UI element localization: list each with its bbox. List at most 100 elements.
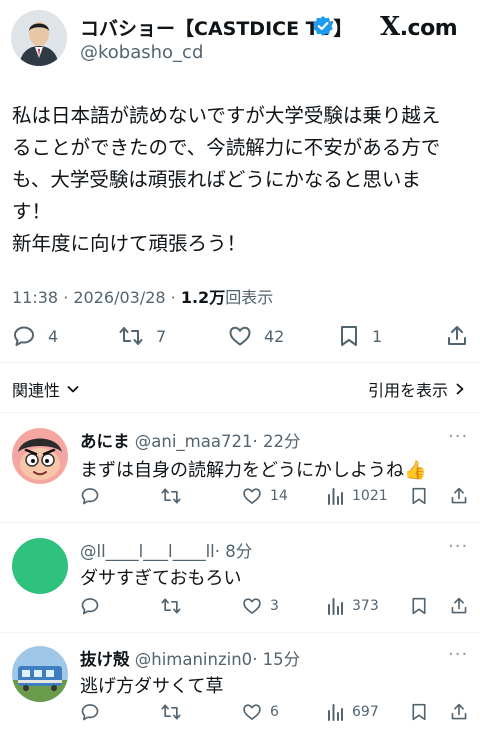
reply-icon	[80, 596, 100, 616]
reply-icon	[80, 702, 100, 722]
brand-suffix: .com	[399, 16, 458, 41]
tweet-line: 新年度に向けて頑張ろう！	[12, 232, 247, 255]
thumbs-up-emoji: 👍	[404, 460, 427, 481]
reply-header: @ll____l___l____ll· 8分	[80, 538, 252, 562]
view-count: 373	[352, 598, 379, 614]
views-icon	[326, 596, 344, 616]
more-icon[interactable]: ···	[448, 426, 468, 447]
tweet-line: す！	[12, 200, 52, 223]
reply-text-content: まずは自身の読解力をどうにかしようね	[80, 460, 404, 481]
chevron-down-icon	[66, 382, 80, 396]
tweet-text: 私は日本語が読めないですが大学受験は乗り越え ることができたので、今読解力に不安…	[12, 100, 474, 260]
retweet-icon	[160, 596, 182, 616]
bookmark-button[interactable]	[410, 486, 428, 506]
share-icon	[450, 486, 468, 506]
tweet-line: ることができたので、今読解力に不安がある方で	[12, 136, 441, 159]
tweet-line: も、大学受験は頑張ればどうにかなると思いま	[12, 168, 421, 191]
retweet-button[interactable]	[160, 596, 190, 616]
reply-author-handle[interactable]: @himaninzin0	[135, 650, 252, 669]
reply-avatar[interactable]	[12, 428, 68, 484]
bookmark-button[interactable]	[410, 596, 428, 616]
reply-header: 抜け殻 @himaninzin0· 15分	[80, 646, 300, 670]
views-button[interactable]: 1021	[326, 486, 388, 506]
view-quotes-link[interactable]: 引用を表示	[368, 377, 466, 401]
author-avatar[interactable]	[11, 10, 67, 66]
retweet-count: 7	[156, 326, 167, 346]
reply-author-name[interactable]: あにま	[80, 432, 130, 451]
reply-text: 逃げ方ダサくて草	[80, 676, 224, 697]
reply-count: 4	[48, 326, 59, 346]
view-count: 1021	[352, 488, 388, 504]
like-icon	[242, 486, 262, 506]
reply-author-name[interactable]: 抜け殻	[80, 650, 130, 669]
verified-badge-icon	[312, 15, 334, 37]
like-button[interactable]: 3	[242, 596, 279, 616]
views-button[interactable]: 373	[326, 596, 379, 616]
reply-item[interactable]: 抜け殻 @himaninzin0· 15分 ··· 逃げ方ダサくて草 6 697	[0, 632, 480, 730]
bookmark-icon	[410, 486, 428, 506]
views-label: 回表示	[225, 288, 274, 307]
tweet-meta: 11:38 · 2026/03/28 · 1.2万回表示	[12, 284, 273, 308]
more-icon[interactable]: ···	[448, 644, 468, 665]
reply-time[interactable]: · 15分	[252, 650, 300, 669]
share-button[interactable]	[450, 486, 468, 506]
tweet-line: 私は日本語が読めないですが大学受験は乗り越え	[12, 104, 441, 127]
views-count: 1.2万	[180, 288, 226, 307]
brand-logo: X.com	[380, 12, 458, 42]
views-icon	[326, 486, 344, 506]
reply-actions: 14 1021	[80, 486, 470, 510]
like-count: 6	[270, 704, 279, 720]
retweet-icon	[160, 702, 182, 722]
reply-time[interactable]: · 22分	[252, 432, 300, 451]
view-quotes-label: 引用を表示	[368, 381, 449, 400]
reply-button[interactable]	[80, 486, 108, 506]
retweet-icon	[118, 324, 144, 348]
sort-dropdown[interactable]: 関連性	[12, 377, 80, 401]
chevron-right-icon	[454, 382, 466, 396]
reply-button[interactable]	[80, 596, 108, 616]
bookmark-button[interactable]: 1	[338, 324, 382, 348]
reply-author-handle[interactable]: @ani_maa721	[135, 432, 253, 451]
share-button[interactable]	[446, 324, 468, 348]
reply-button[interactable]	[80, 702, 108, 722]
bookmark-button[interactable]	[410, 702, 428, 722]
like-count: 14	[270, 488, 288, 504]
view-count: 697	[352, 704, 379, 720]
tweet-timestamp[interactable]: 11:38 · 2026/03/28 ·	[12, 288, 181, 307]
like-icon	[228, 324, 252, 348]
reply-actions: 3 373	[80, 596, 470, 620]
reply-text: ダサすぎておもろい	[80, 568, 242, 589]
retweet-button[interactable]	[160, 702, 190, 722]
bookmark-icon	[338, 324, 360, 348]
like-icon	[242, 702, 262, 722]
sort-label: 関連性	[12, 381, 61, 400]
x-logo-letter: X	[380, 12, 400, 42]
bookmark-count: 1	[372, 326, 383, 346]
share-icon	[450, 702, 468, 722]
reply-header: あにま @ani_maa721· 22分	[80, 428, 300, 452]
reply-button[interactable]: 4	[12, 324, 58, 348]
share-button[interactable]	[450, 596, 468, 616]
like-button[interactable]: 14	[242, 486, 288, 506]
bookmark-icon	[410, 596, 428, 616]
reply-time[interactable]: · 8分	[215, 542, 253, 561]
reply-avatar[interactable]	[12, 646, 68, 702]
like-button[interactable]: 6	[242, 702, 279, 722]
reply-item[interactable]: @ll____l___l____ll· 8分 ··· ダサすぎておもろい 3 3…	[0, 522, 480, 630]
reply-author-handle[interactable]: @ll____l___l____ll	[80, 542, 215, 561]
author-handle[interactable]: @kobasho_cd	[80, 42, 203, 63]
reply-actions: 6 697	[80, 702, 470, 726]
like-icon	[242, 596, 262, 616]
reply-avatar[interactable]	[12, 538, 68, 594]
retweet-icon	[160, 486, 182, 506]
bookmark-icon	[410, 702, 428, 722]
reply-item[interactable]: あにま @ani_maa721· 22分 ··· まずは自身の読解力をどうにかし…	[0, 412, 480, 520]
more-icon[interactable]: ···	[448, 536, 468, 557]
reply-icon	[12, 324, 36, 348]
views-button[interactable]: 697	[326, 702, 379, 722]
share-button[interactable]	[450, 702, 468, 722]
views-icon	[326, 702, 344, 722]
like-button[interactable]: 42	[228, 324, 284, 348]
retweet-button[interactable]: 7	[118, 324, 166, 348]
retweet-button[interactable]	[160, 486, 190, 506]
